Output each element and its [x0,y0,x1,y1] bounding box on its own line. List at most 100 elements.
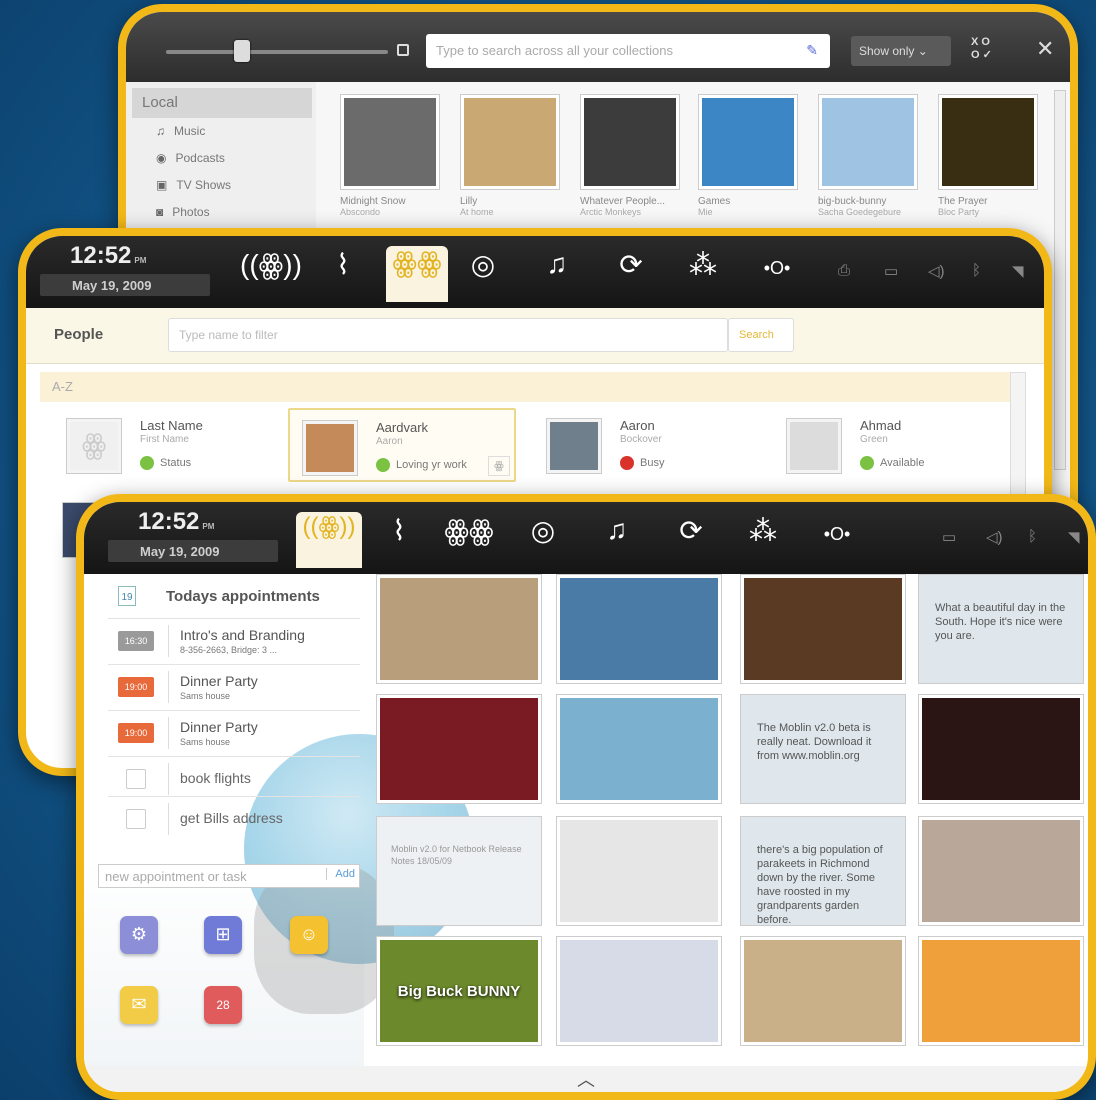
appointment-row[interactable]: 19:00 Dinner Party Sams house [108,710,360,756]
avatar [302,420,358,476]
zoom-slider-handle[interactable] [234,40,250,62]
appointment-time-badge: 16:30 [118,631,154,651]
contact-card[interactable]: ꙮ Last Name First Name Status [54,408,282,482]
add-contact-icon[interactable]: ꙮ [488,456,510,476]
media-icon[interactable]: ♫ [530,248,584,280]
status-update-text: there's a big population of parakeets in… [757,844,883,926]
media-item[interactable]: Whatever People... Arctic Monkeys [580,94,680,217]
wifi-icon[interactable]: ◥ [1012,262,1024,280]
task-row[interactable]: get Bills address [108,796,360,842]
show-only-label: Show only [859,44,915,58]
sidebar-item-music[interactable]: ♫ Music [126,118,316,145]
media-item[interactable]: Games Mie [698,94,798,217]
photo-tile[interactable] [376,574,542,684]
status-update-tile[interactable]: The Moblin v2.0 beta is really neat. Dow… [740,694,906,804]
applications-icon[interactable]: ⁂ [676,248,730,281]
people-icon[interactable]: ꙮꙮ [386,246,448,302]
calendar-app-icon[interactable]: 28 [204,986,242,1024]
appointment-row[interactable]: 16:30 Intro's and Branding 8-356-2663, B… [108,618,360,664]
photo-tile[interactable] [376,694,542,804]
myzone-icon[interactable]: ((ꙮ)) [240,248,302,281]
appointment-detail: Sams house [180,737,231,747]
photo-tile[interactable] [918,816,1084,926]
sidebar-item-label: Photos [172,205,210,219]
photo-tile[interactable] [556,574,722,684]
contact-status: Available [860,456,924,470]
task-checkbox[interactable] [126,769,146,789]
status-update-tile[interactable]: there's a big population of parakeets in… [740,816,906,926]
photo-tile[interactable] [740,936,906,1046]
status-icon[interactable]: ⌇ [372,514,426,547]
media-scrollbar[interactable] [1054,90,1066,470]
clock-time: 12:52 PM [108,508,280,536]
zones-icon[interactable]: •O• [810,524,864,545]
photo-tile[interactable] [918,694,1084,804]
contact-card[interactable]: Aardvark Aaron Loving yr work ꙮ [288,408,516,482]
new-appointment-input[interactable]: new appointment or task Add [98,864,360,888]
people-icon[interactable]: ꙮꙮ [442,514,496,547]
contact-first-name: First Name [140,434,189,445]
battery-icon[interactable]: ▭ [884,262,898,280]
clear-search-icon[interactable]: ✎ [806,42,818,59]
media-icon[interactable]: ♫ [590,514,644,546]
status-text: Status [160,456,192,469]
media-item[interactable]: Lilly At home [460,94,560,217]
photo-image [560,578,718,680]
display-icon[interactable]: ⎙ [838,262,850,279]
sidebar-item-photos[interactable]: ◙ Photos [126,199,316,226]
people-filter-input[interactable]: Type name to filter [168,318,728,352]
volume-icon[interactable]: ◁) [928,262,945,280]
media-item[interactable]: big-buck-bunny Sacha Goedegebure [818,94,918,217]
battery-icon[interactable]: ▭ [942,528,956,546]
internet-icon[interactable]: ◎ [456,248,510,281]
appointment-row[interactable]: 19:00 Dinner Party Sams house [108,664,360,710]
zoom-slider[interactable] [166,50,388,54]
contact-card[interactable]: Ahmad Green Available [774,408,1002,482]
sidebar-item-podcasts[interactable]: ◉ Podcasts [126,145,316,172]
photo-tile[interactable] [918,936,1084,1046]
photo-image [560,698,718,800]
bluetooth-icon[interactable]: ᛒ [1028,528,1037,545]
media-item-subtitle: Mie [698,207,713,217]
view-mode-icon[interactable]: X OO ✓ [971,36,992,62]
task-label: get Bills address [180,810,283,826]
expand-chevron-up-icon[interactable]: ︿ [84,1066,1088,1092]
myzone-icon[interactable]: ((ꙮ)) [296,512,362,568]
photo-tile[interactable] [556,816,722,926]
network-app-icon[interactable]: ⊞ [204,916,242,954]
pasteboard-icon[interactable]: ⟳ [664,514,718,547]
document-tile[interactable]: Moblin v2.0 for Netbook Release Notes 18… [376,816,542,926]
photo-tile[interactable] [556,694,722,804]
chat-app-icon[interactable]: ☺ [290,916,328,954]
pasteboard-icon[interactable]: ⟳ [604,248,658,281]
close-icon[interactable]: ✕ [1036,36,1054,62]
media-item[interactable]: The Prayer Bloc Party [938,94,1038,217]
contact-status: Status [140,456,191,470]
avatar: ꙮ [66,418,122,474]
contact-card[interactable]: Aaron Bockover Busy [534,408,762,482]
photo-tile[interactable]: Big Buck BUNNY [376,936,542,1046]
status-icon[interactable]: ⌇ [316,248,370,281]
avatar [786,418,842,474]
photo-tile[interactable] [740,574,906,684]
internet-icon[interactable]: ◎ [516,514,570,547]
add-button[interactable]: Add [326,868,355,880]
sidebar-item-tv-shows[interactable]: ▣ TV Shows [126,172,316,199]
photo-tile[interactable] [556,936,722,1046]
media-item[interactable]: Midnight Snow Abscondo [340,94,440,217]
bluetooth-icon[interactable]: ᛒ [972,262,981,279]
task-checkbox[interactable] [126,809,146,829]
mail-app-icon[interactable]: ✉ [120,986,158,1024]
search-button[interactable]: Search [728,318,794,352]
status-update-tile[interactable]: What a beautiful day in the South. Hope … [918,574,1084,684]
applications-icon[interactable]: ⁂ [736,514,790,547]
show-only-dropdown[interactable]: Show only ⌄ [851,36,951,66]
wifi-icon[interactable]: ◥ [1068,528,1080,546]
media-search-input[interactable]: Type to search across all your collectio… [426,34,830,68]
sidebar-item-label: TV Shows [176,178,232,192]
page-title: People [54,326,104,343]
zones-icon[interactable]: •O• [750,258,804,279]
settings-app-icon[interactable]: ⚙ [120,916,158,954]
status-text: Busy [640,456,665,469]
volume-icon[interactable]: ◁) [986,528,1003,546]
